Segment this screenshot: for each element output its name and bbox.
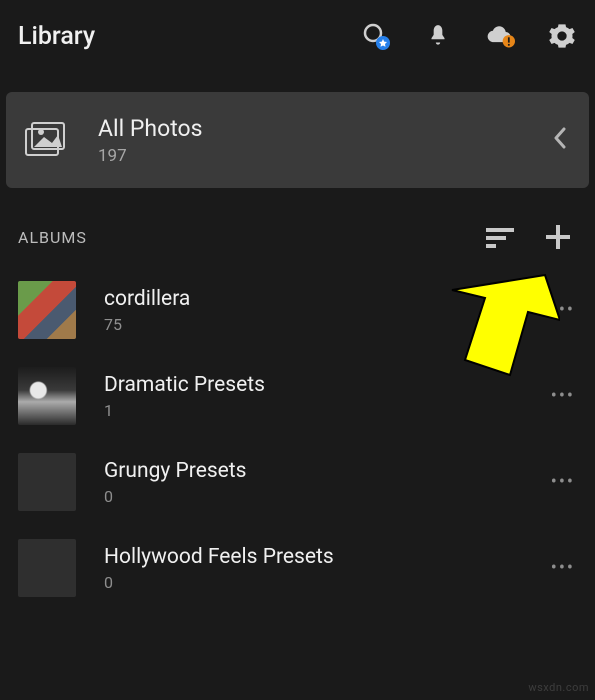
- albums-section-header: ALBUMS: [0, 222, 595, 252]
- album-row[interactable]: cordillera 75 •••: [0, 267, 595, 353]
- album-thumbnail: [18, 539, 76, 597]
- album-text: Grungy Presets 0: [104, 459, 247, 506]
- album-count: 1: [104, 401, 265, 420]
- more-icon[interactable]: •••: [551, 472, 575, 493]
- album-row[interactable]: Grungy Presets 0 •••: [0, 439, 595, 525]
- all-photos-text: All Photos 197: [98, 115, 202, 166]
- app-header: Library: [0, 0, 595, 72]
- more-icon[interactable]: •••: [551, 300, 575, 321]
- album-thumbnail: [18, 281, 76, 339]
- gear-icon[interactable]: [547, 21, 577, 51]
- all-photos-title: All Photos: [98, 115, 202, 142]
- bell-icon[interactable]: [423, 21, 453, 51]
- album-name: Hollywood Feels Presets: [104, 545, 334, 569]
- albums-list: cordillera 75 ••• Dramatic Presets 1 •••…: [0, 267, 595, 611]
- album-name: Grungy Presets: [104, 459, 247, 483]
- more-icon[interactable]: •••: [551, 558, 575, 579]
- chevron-left-icon: [553, 127, 567, 153]
- page-title: Library: [18, 22, 95, 51]
- add-album-button[interactable]: [543, 222, 573, 252]
- album-row[interactable]: Hollywood Feels Presets 0 •••: [0, 525, 595, 611]
- album-count: 0: [104, 487, 247, 506]
- albums-label: ALBUMS: [18, 228, 87, 247]
- album-name: cordillera: [104, 287, 190, 311]
- album-name: Dramatic Presets: [104, 373, 265, 397]
- all-photos-icon: [24, 121, 70, 159]
- album-text: cordillera 75: [104, 287, 190, 334]
- search-icon[interactable]: [361, 21, 391, 51]
- album-thumbnail: [18, 453, 76, 511]
- album-text: Hollywood Feels Presets 0: [104, 545, 334, 592]
- album-thumbnail: [18, 367, 76, 425]
- watermark: wsxdn.com: [528, 681, 589, 694]
- all-photos-card[interactable]: All Photos 197: [6, 92, 589, 188]
- header-icon-group: [361, 21, 577, 51]
- more-icon[interactable]: •••: [551, 386, 575, 407]
- cloud-alert-icon[interactable]: [485, 21, 515, 51]
- album-count: 0: [104, 573, 334, 592]
- album-text: Dramatic Presets 1: [104, 373, 265, 420]
- album-row[interactable]: Dramatic Presets 1 •••: [0, 353, 595, 439]
- all-photos-count: 197: [98, 146, 202, 166]
- sort-icon[interactable]: [485, 222, 515, 252]
- album-count: 75: [104, 315, 190, 334]
